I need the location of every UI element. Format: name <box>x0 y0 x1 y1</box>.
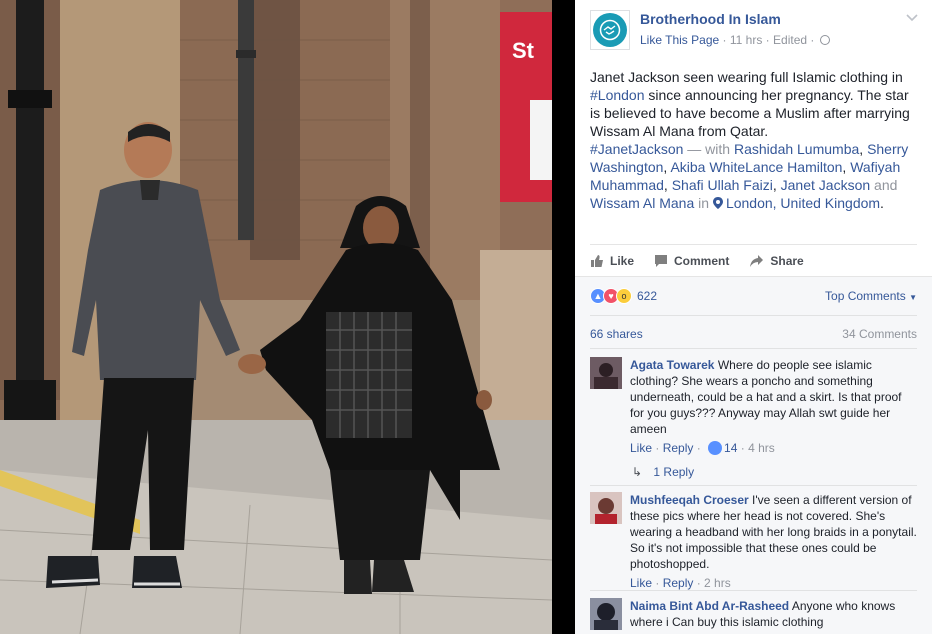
with-text: — with <box>683 141 734 157</box>
comment-body: Naima Bint Abd Ar-Rasheed Anyone who kno… <box>630 598 917 630</box>
post-text-line1: Janet Jackson seen wearing full Islamic … <box>590 69 903 85</box>
share-button[interactable]: Share <box>749 253 804 268</box>
photo-viewer: St Brotherhood In Islam Like This Page ·… <box>0 0 932 634</box>
tagged-person[interactable]: Akiba WhiteLance Hamilton <box>670 159 842 175</box>
feedback-section: ▲ ♥ o 622 Top Comments ▼ 66 shares 34 Co… <box>575 276 932 634</box>
replies-count: 1 Reply <box>653 465 695 479</box>
counts-bar: 66 shares 34 Comments <box>590 315 917 349</box>
reaction-count: 622 <box>637 289 658 303</box>
reply-arrow-icon: ↳ <box>632 465 643 479</box>
comment-reply-link[interactable]: Reply <box>663 576 694 590</box>
comment-meta: Like · Reply · 2 hrs <box>630 576 731 590</box>
avatar[interactable] <box>590 357 622 389</box>
caret-down-icon: ▼ <box>909 293 917 302</box>
globe-icon[interactable] <box>819 35 830 45</box>
post-header: Brotherhood In Islam Like This Page · 11… <box>575 0 932 58</box>
location-link[interactable]: London, United Kingdom <box>726 195 880 211</box>
tagged-person[interactable]: Rashidah Lumumba <box>734 141 859 157</box>
comment-reply-link[interactable]: Reply <box>663 441 694 455</box>
comment-author[interactable]: Mushfeeqah Croeser <box>630 493 749 507</box>
chevron-down-icon[interactable] <box>906 14 918 22</box>
photo-illustration: St <box>0 0 552 634</box>
like-label: Like <box>610 253 635 268</box>
top-comments-dropdown[interactable]: Top Comments ▼ <box>825 289 917 303</box>
comments-count[interactable]: 34 Comments <box>842 327 917 341</box>
comma: , <box>859 141 868 157</box>
comma: , <box>663 177 672 193</box>
tagged-person[interactable]: Janet Jackson <box>781 177 871 193</box>
comment-author[interactable]: Naima Bint Abd Ar-Rasheed <box>630 599 789 613</box>
top-comments-label: Top Comments <box>825 289 906 303</box>
comment-body: Mushfeeqah Croeser I've seen a different… <box>630 492 917 591</box>
post-meta: Like This Page · 11 hrs · Edited · <box>640 33 830 47</box>
comma: , <box>772 177 781 193</box>
avatar[interactable] <box>590 492 622 524</box>
post-time[interactable]: 11 hrs <box>730 33 762 47</box>
wow-reaction-icon: o <box>616 288 632 304</box>
share-icon <box>750 254 764 267</box>
post-panel: Brotherhood In Islam Like This Page · 11… <box>575 0 932 634</box>
meta-separator: · <box>765 33 774 47</box>
post-actions: Like Comment Share <box>590 244 917 276</box>
share-label: Share <box>770 253 804 268</box>
comment-button[interactable]: Comment <box>654 254 729 268</box>
comment-divider <box>590 590 917 591</box>
like-button[interactable]: Like <box>590 254 634 268</box>
hashtag-london[interactable]: #London <box>590 87 645 103</box>
comment-divider <box>590 485 917 486</box>
meta-separator: · <box>810 33 818 47</box>
comment-like-link[interactable]: Like <box>630 441 652 455</box>
meta-separator: · <box>722 33 730 47</box>
page-name-link[interactable]: Brotherhood In Islam <box>640 11 781 27</box>
edited-label[interactable]: Edited <box>773 33 807 47</box>
comment-label: Comment <box>674 253 730 268</box>
location-pin-icon <box>712 197 723 209</box>
hashtag-janetjackson[interactable]: #JanetJackson <box>590 141 683 157</box>
comment-author[interactable]: Agata Towarek <box>630 358 714 372</box>
post-photo[interactable]: St <box>0 0 552 634</box>
period: . <box>880 195 884 211</box>
comment-body: Agata Towarek Where do people see islami… <box>630 357 917 456</box>
sign-text: St <box>512 38 535 63</box>
shares-count[interactable]: 66 shares <box>590 327 643 341</box>
comment-like-link[interactable]: Like <box>630 576 652 590</box>
tagged-person[interactable]: Wissam Al Mana <box>590 195 694 211</box>
page-avatar[interactable] <box>590 10 630 50</box>
handshake-icon <box>599 19 621 41</box>
comment-time[interactable]: 2 hrs <box>704 576 731 590</box>
post-message: Janet Jackson seen wearing full Islamic … <box>575 58 932 212</box>
like-page-link[interactable]: Like This Page <box>640 33 719 47</box>
and-text: and <box>870 177 898 193</box>
thumbs-up-icon <box>591 254 603 267</box>
like-reaction-icon <box>708 441 723 455</box>
comment-icon <box>655 254 668 267</box>
view-replies-link[interactable]: ↳ 1 Reply <box>632 465 694 479</box>
in-text: in <box>694 195 713 211</box>
comment-like-count[interactable]: 14 <box>724 441 737 455</box>
reactions-summary[interactable]: ▲ ♥ o 622 <box>590 287 657 305</box>
comment-time[interactable]: 4 hrs <box>748 441 775 455</box>
tagged-person[interactable]: Shafi Ullah Faizi <box>672 177 773 193</box>
avatar[interactable] <box>590 598 622 630</box>
comment-meta: Like · Reply · 14 · 4 hrs <box>630 441 775 455</box>
